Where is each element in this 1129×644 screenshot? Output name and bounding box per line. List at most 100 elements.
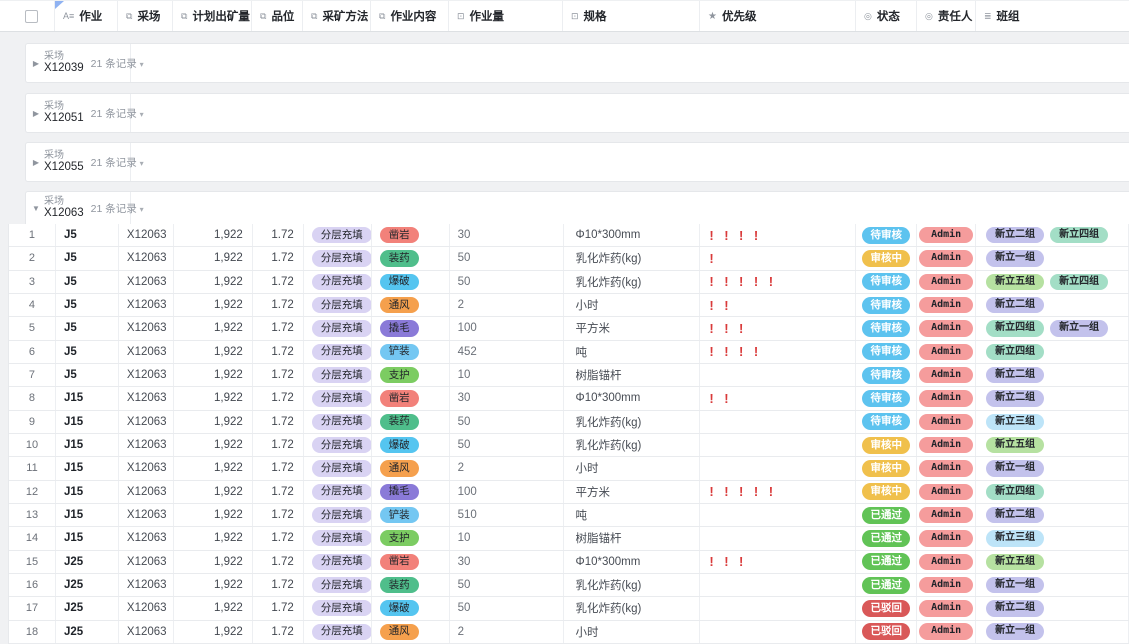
cell-job-content[interactable]: 支护 bbox=[372, 527, 450, 549]
cell-spec[interactable]: 乳化炸药(kg) bbox=[564, 597, 701, 619]
cell-job-content[interactable]: 撬毛 bbox=[372, 481, 450, 503]
table-row[interactable]: 10J15X120631,9221.72分层充填爆破50乳化炸药(kg)审核中A… bbox=[9, 434, 1129, 457]
cell-priority[interactable] bbox=[700, 621, 856, 643]
group-row[interactable]: ▶采场X1205521 条记录 ▾ bbox=[25, 142, 1129, 182]
cell-owner[interactable]: Admin bbox=[917, 457, 976, 479]
cell-spec[interactable]: 小时 bbox=[564, 621, 701, 643]
cell-owner[interactable]: Admin bbox=[917, 411, 976, 433]
cell-mining-method[interactable]: 分层充填 bbox=[304, 434, 372, 456]
column-header-priority[interactable]: ★ 优先级 bbox=[700, 1, 856, 31]
cell-status[interactable]: 审核中 bbox=[856, 434, 917, 456]
cell-spec[interactable]: 吨 bbox=[564, 341, 701, 363]
cell-stope[interactable]: X12063 bbox=[119, 434, 174, 456]
cell-priority[interactable] bbox=[700, 527, 856, 549]
cell-mining-method[interactable]: 分层充填 bbox=[304, 527, 372, 549]
cell-teams[interactable]: 新立二组新立四组 bbox=[976, 224, 1129, 246]
cell-planned-output[interactable]: 1,922 bbox=[174, 224, 253, 246]
cell-grade[interactable]: 1.72 bbox=[253, 224, 304, 246]
cell-job[interactable]: J5 bbox=[56, 341, 119, 363]
cell-workload[interactable]: 50 bbox=[450, 247, 564, 269]
cell-priority[interactable] bbox=[700, 434, 856, 456]
cell-job[interactable]: J15 bbox=[56, 527, 119, 549]
cell-owner[interactable]: Admin bbox=[917, 317, 976, 339]
cell-job[interactable]: J15 bbox=[56, 481, 119, 503]
cell-priority[interactable] bbox=[700, 364, 856, 386]
cell-mining-method[interactable]: 分层充填 bbox=[304, 621, 372, 643]
cell-planned-output[interactable]: 1,922 bbox=[174, 574, 253, 596]
cell-workload[interactable]: 50 bbox=[450, 411, 564, 433]
cell-stope[interactable]: X12063 bbox=[119, 551, 174, 573]
cell-job-content[interactable]: 爆破 bbox=[372, 271, 450, 293]
column-header-job-content[interactable]: ⧉ 作业内容 bbox=[371, 1, 449, 31]
cell-stope[interactable]: X12063 bbox=[119, 294, 174, 316]
cell-grade[interactable]: 1.72 bbox=[253, 271, 304, 293]
cell-teams[interactable]: 新立二组 bbox=[976, 387, 1129, 409]
cell-teams[interactable]: 新立五组新立四组 bbox=[976, 271, 1129, 293]
cell-job[interactable]: J25 bbox=[56, 551, 119, 573]
cell-owner[interactable]: Admin bbox=[917, 364, 976, 386]
cell-mining-method[interactable]: 分层充填 bbox=[304, 317, 372, 339]
cell-grade[interactable]: 1.72 bbox=[253, 341, 304, 363]
cell-status[interactable]: 待审核 bbox=[856, 224, 917, 246]
cell-workload[interactable]: 50 bbox=[450, 271, 564, 293]
cell-teams[interactable]: 新立二组 bbox=[976, 597, 1129, 619]
cell-job[interactable]: J5 bbox=[56, 317, 119, 339]
cell-mining-method[interactable]: 分层充填 bbox=[304, 551, 372, 573]
cell-spec[interactable]: 乳化炸药(kg) bbox=[564, 247, 701, 269]
cell-workload[interactable]: 50 bbox=[450, 574, 564, 596]
cell-job[interactable]: J15 bbox=[56, 434, 119, 456]
cell-mining-method[interactable]: 分层充填 bbox=[304, 294, 372, 316]
cell-grade[interactable]: 1.72 bbox=[253, 527, 304, 549]
cell-job[interactable]: J15 bbox=[56, 504, 119, 526]
cell-planned-output[interactable]: 1,922 bbox=[174, 551, 253, 573]
cell-job-content[interactable]: 凿岩 bbox=[372, 224, 450, 246]
cell-spec[interactable]: 乳化炸药(kg) bbox=[564, 434, 701, 456]
cell-job-content[interactable]: 铲装 bbox=[372, 341, 450, 363]
table-row[interactable]: 18J25X120631,9221.72分层充填通风2小时已驳回Admin新立一… bbox=[9, 621, 1129, 644]
cell-teams[interactable]: 新立一组 bbox=[976, 574, 1129, 596]
cell-teams[interactable]: 新立五组 bbox=[976, 434, 1129, 456]
cell-status[interactable]: 待审核 bbox=[856, 317, 917, 339]
table-row[interactable]: 1J5X120631,9221.72分层充填凿岩30Φ10*300mm!!!!待… bbox=[9, 224, 1129, 247]
cell-teams[interactable]: 新立三组 bbox=[976, 527, 1129, 549]
cell-owner[interactable]: Admin bbox=[917, 294, 976, 316]
cell-status[interactable]: 已通过 bbox=[856, 527, 917, 549]
cell-workload[interactable]: 2 bbox=[450, 457, 564, 479]
cell-job[interactable]: J25 bbox=[56, 621, 119, 643]
cell-spec[interactable]: 小时 bbox=[564, 294, 701, 316]
cell-workload[interactable]: 2 bbox=[450, 621, 564, 643]
cell-spec[interactable]: 吨 bbox=[564, 504, 701, 526]
cell-teams[interactable]: 新立二组 bbox=[976, 294, 1129, 316]
cell-planned-output[interactable]: 1,922 bbox=[174, 317, 253, 339]
cell-mining-method[interactable]: 分层充填 bbox=[304, 247, 372, 269]
cell-job-content[interactable]: 装药 bbox=[372, 574, 450, 596]
cell-job[interactable]: J5 bbox=[56, 247, 119, 269]
cell-mining-method[interactable]: 分层充填 bbox=[304, 411, 372, 433]
cell-workload[interactable]: 2 bbox=[450, 294, 564, 316]
cell-stope[interactable]: X12063 bbox=[119, 481, 174, 503]
cell-job-content[interactable]: 爆破 bbox=[372, 597, 450, 619]
cell-job-content[interactable]: 撬毛 bbox=[372, 317, 450, 339]
cell-status[interactable]: 待审核 bbox=[856, 387, 917, 409]
table-row[interactable]: 5J5X120631,9221.72分层充填撬毛100平方米!!!待审核Admi… bbox=[9, 317, 1129, 340]
cell-owner[interactable]: Admin bbox=[917, 597, 976, 619]
table-row[interactable]: 8J15X120631,9221.72分层充填凿岩30Φ10*300mm!!待审… bbox=[9, 387, 1129, 410]
cell-status[interactable]: 已驳回 bbox=[856, 597, 917, 619]
cell-planned-output[interactable]: 1,922 bbox=[174, 597, 253, 619]
cell-workload[interactable]: 50 bbox=[450, 597, 564, 619]
cell-job-content[interactable]: 装药 bbox=[372, 247, 450, 269]
cell-grade[interactable]: 1.72 bbox=[253, 504, 304, 526]
cell-stope[interactable]: X12063 bbox=[119, 574, 174, 596]
cell-stope[interactable]: X12063 bbox=[119, 364, 174, 386]
cell-spec[interactable]: 树脂锚杆 bbox=[564, 364, 701, 386]
cell-spec[interactable]: 平方米 bbox=[564, 317, 701, 339]
cell-teams[interactable]: 新立二组 bbox=[976, 504, 1129, 526]
cell-grade[interactable]: 1.72 bbox=[253, 434, 304, 456]
cell-status[interactable]: 待审核 bbox=[856, 294, 917, 316]
cell-status[interactable]: 已通过 bbox=[856, 504, 917, 526]
cell-teams[interactable]: 新立三组 bbox=[976, 411, 1129, 433]
table-row[interactable]: 2J5X120631,9221.72分层充填装药50乳化炸药(kg)!审核中Ad… bbox=[9, 247, 1129, 270]
cell-mining-method[interactable]: 分层充填 bbox=[304, 574, 372, 596]
cell-teams[interactable]: 新立五组 bbox=[976, 551, 1129, 573]
cell-owner[interactable]: Admin bbox=[917, 271, 976, 293]
